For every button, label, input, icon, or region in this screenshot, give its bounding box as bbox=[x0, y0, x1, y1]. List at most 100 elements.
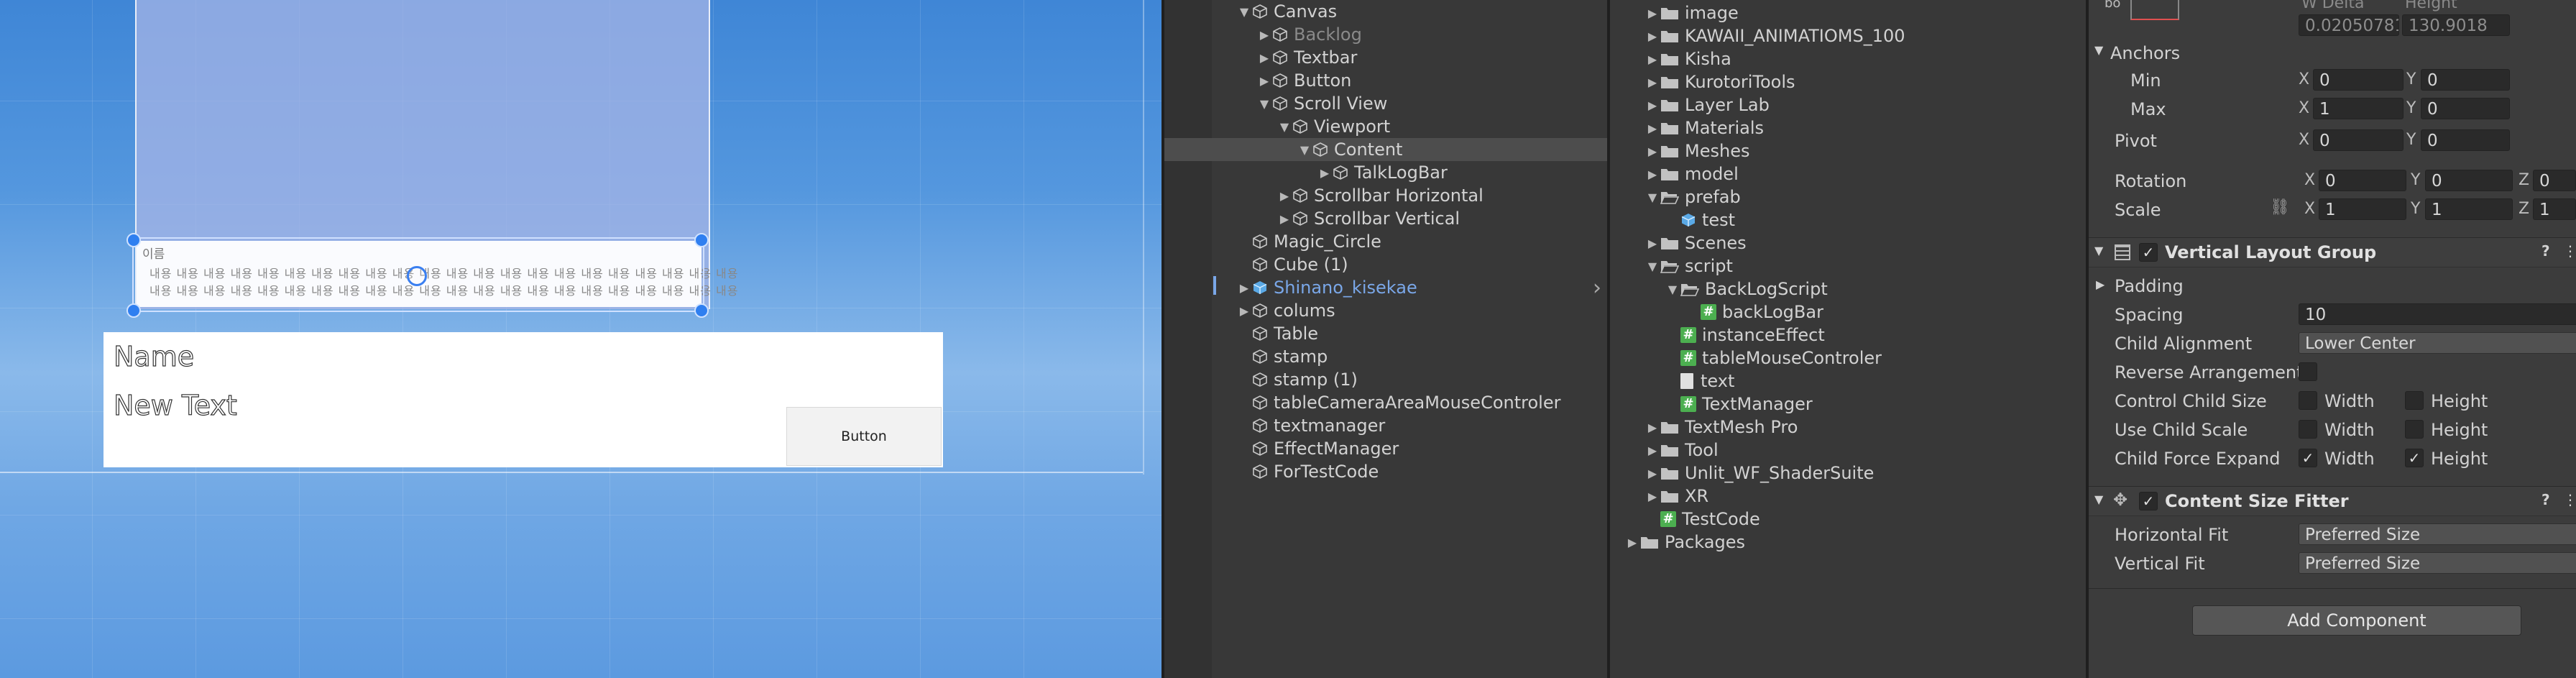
hierarchy-item[interactable]: EffectManager bbox=[1164, 437, 1610, 460]
menu-icon[interactable]: ⋮ bbox=[2563, 491, 2576, 508]
inspector-panel[interactable]: bo W Delta Height 0.02050781 130.9018 ▼ … bbox=[2086, 0, 2576, 678]
rotation-z-field[interactable]: 0 bbox=[2533, 170, 2576, 191]
chevron-down-icon[interactable]: ▼ bbox=[1644, 191, 1660, 204]
chevron-right-icon[interactable]: ▶ bbox=[1644, 52, 1660, 66]
project-item[interactable]: ▶ Scenes bbox=[1610, 232, 2089, 255]
anchors-label[interactable]: Anchors bbox=[2110, 43, 2180, 63]
project-item[interactable]: ▼ BackLogScript bbox=[1610, 278, 2089, 301]
chevron-right-icon[interactable]: ▶ bbox=[1644, 29, 1660, 43]
chevron-right-icon[interactable]: ▶ bbox=[1256, 74, 1272, 88]
chevron-right-icon[interactable]: ▶ bbox=[1644, 99, 1660, 112]
chevron-right-icon[interactable]: ▶ bbox=[1644, 237, 1660, 250]
link-icon[interactable]: ⛓ bbox=[2270, 198, 2290, 216]
hierarchy-item[interactable]: ▶ TalkLogBar bbox=[1164, 161, 1610, 184]
project-item[interactable]: ▶ XR bbox=[1610, 485, 2089, 508]
project-item[interactable]: ▶ image bbox=[1610, 1, 2089, 24]
project-item[interactable]: test bbox=[1610, 209, 2089, 232]
project-item[interactable]: # TextManager bbox=[1610, 393, 2089, 416]
spacing-field[interactable]: 10 bbox=[2299, 303, 2576, 325]
chevron-down-icon[interactable]: ▼ bbox=[2094, 43, 2103, 57]
vertical-fit-dropdown[interactable]: Preferred Size bbox=[2299, 552, 2576, 574]
chevron-right-icon[interactable]: ▶ bbox=[1644, 421, 1660, 434]
chevron-right-icon[interactable]: ▶ bbox=[1644, 467, 1660, 480]
project-item[interactable]: text bbox=[1610, 370, 2089, 393]
control-height-checkbox[interactable] bbox=[2405, 391, 2424, 410]
hierarchy-item[interactable]: textmanager bbox=[1164, 414, 1610, 437]
project-item[interactable]: ▼ script bbox=[1610, 255, 2089, 278]
hierarchy-item[interactable]: stamp bbox=[1164, 345, 1610, 368]
hierarchy-item[interactable]: Magic_Circle bbox=[1164, 230, 1610, 253]
chevron-down-icon[interactable]: ▼ bbox=[1644, 260, 1660, 273]
project-item[interactable]: ▶ Unlit_WF_ShaderSuite bbox=[1610, 462, 2089, 485]
project-item[interactable]: ▶ Packages bbox=[1610, 531, 2089, 554]
hierarchy-item[interactable]: ▼ Canvas bbox=[1164, 0, 1610, 23]
max-y-field[interactable]: 0 bbox=[2421, 98, 2510, 119]
hierarchy-item[interactable]: ▶ Button bbox=[1164, 69, 1610, 92]
menu-icon[interactable]: ⋮ bbox=[2563, 242, 2576, 260]
hierarchy-item[interactable]: tableCameraAreaMouseControler bbox=[1164, 391, 1610, 414]
expand-height-checkbox[interactable]: ✓ bbox=[2405, 449, 2424, 467]
enable-checkbox[interactable]: ✓ bbox=[2139, 492, 2158, 510]
pivot-x-field[interactable]: 0 bbox=[2313, 129, 2404, 151]
chevron-right-icon[interactable]: ▶ bbox=[1276, 189, 1292, 203]
chevron-down-icon[interactable]: ▼ bbox=[1236, 5, 1252, 19]
scale-height-checkbox[interactable] bbox=[2405, 420, 2424, 439]
rotation-y-field[interactable]: 0 bbox=[2425, 170, 2513, 191]
max-x-field[interactable]: 1 bbox=[2313, 98, 2404, 119]
enable-checkbox[interactable]: ✓ bbox=[2139, 243, 2158, 262]
hierarchy-item[interactable]: ForTestCode bbox=[1164, 460, 1610, 483]
min-x-field[interactable]: 0 bbox=[2313, 69, 2404, 91]
project-item[interactable]: ▶ model bbox=[1610, 162, 2089, 185]
project-item[interactable]: # instanceEffect bbox=[1610, 324, 2089, 347]
expand-width-checkbox[interactable]: ✓ bbox=[2299, 449, 2317, 467]
chevron-right-icon[interactable]: ▶ bbox=[1256, 51, 1272, 65]
rect-handle[interactable] bbox=[694, 233, 709, 247]
project-item[interactable]: # tableMouseControler bbox=[1610, 347, 2089, 370]
min-y-field[interactable]: 0 bbox=[2421, 69, 2510, 91]
hierarchy-item[interactable]: stamp (1) bbox=[1164, 368, 1610, 391]
scene-button[interactable]: Button bbox=[786, 407, 942, 466]
scale-width-checkbox[interactable] bbox=[2299, 420, 2317, 439]
scale-z-field[interactable]: 1 bbox=[2533, 198, 2576, 220]
chevron-down-icon[interactable]: ▼ bbox=[1297, 143, 1312, 157]
height-field[interactable]: 130.9018 bbox=[2402, 14, 2510, 36]
pivot-y-field[interactable]: 0 bbox=[2421, 129, 2510, 151]
textbar-panel[interactable]: Name New Text Button bbox=[104, 332, 943, 467]
scale-x-field[interactable]: 1 bbox=[2319, 198, 2406, 220]
project-item[interactable]: ▶ KurotoriTools bbox=[1610, 70, 2089, 93]
pivot-handle[interactable] bbox=[407, 266, 427, 286]
project-item[interactable]: ▶ Tool bbox=[1610, 439, 2089, 462]
project-item[interactable]: ▶ TextMesh Pro bbox=[1610, 416, 2089, 439]
hierarchy-item[interactable]: Table bbox=[1164, 322, 1610, 345]
chevron-right-icon[interactable]: ▶ bbox=[1236, 281, 1252, 295]
scale-y-field[interactable]: 1 bbox=[2425, 198, 2513, 220]
anchor-preset-icon[interactable] bbox=[2130, 0, 2179, 20]
open-prefab-chevron-icon[interactable]: › bbox=[1593, 275, 1601, 301]
reverse-arrangement-checkbox[interactable] bbox=[2299, 362, 2317, 381]
hierarchy-item[interactable]: ▶ Scrollbar Vertical bbox=[1164, 207, 1610, 230]
help-icon[interactable]: ? bbox=[2542, 242, 2550, 260]
project-item[interactable]: # TestCode bbox=[1610, 508, 2089, 531]
control-width-checkbox[interactable] bbox=[2299, 391, 2317, 410]
hierarchy-panel[interactable]: ▼ Canvas ▶ Backlog ▶ Textbar ▶ Button ▼ Scroll Vi… bbox=[1162, 0, 1610, 678]
chevron-right-icon[interactable]: ▶ bbox=[1644, 122, 1660, 135]
scene-view[interactable]: 이름 내용 내용 내용 내용 내용 내용 내용 내용 내용 내용 내용 내용 내… bbox=[0, 0, 1162, 678]
chevron-right-icon[interactable]: ▶ bbox=[1276, 212, 1292, 226]
hierarchy-item[interactable]: ▶ Textbar bbox=[1164, 46, 1610, 69]
project-item[interactable]: ▶ Kisha bbox=[1610, 47, 2089, 70]
chevron-down-icon[interactable]: ▼ bbox=[1276, 120, 1292, 134]
vertical-layout-group-header[interactable]: ▼ ✓ Vertical Layout Group ? ⋮ bbox=[2089, 237, 2576, 267]
content-size-fitter-header[interactable]: ▼ ✥ ✓ Content Size Fitter ? ⋮ bbox=[2089, 486, 2576, 516]
project-panel[interactable]: ▶ image ▶ KAWAII_ANIMATIOMS_100 ▶ Kisha ▶ Kurot… bbox=[1607, 0, 2089, 678]
hierarchy-item[interactable]: ▶ colums bbox=[1164, 299, 1610, 322]
chevron-right-icon[interactable]: ▶ bbox=[1236, 304, 1252, 318]
project-item[interactable]: # backLogBar bbox=[1610, 301, 2089, 324]
chevron-right-icon[interactable]: ▶ bbox=[1644, 168, 1660, 181]
hierarchy-item[interactable]: ▼ Content bbox=[1164, 138, 1610, 161]
rect-handle[interactable] bbox=[126, 233, 141, 247]
chevron-right-icon[interactable]: ▶ bbox=[1624, 536, 1640, 549]
chevron-down-icon[interactable]: ▼ bbox=[2094, 493, 2103, 506]
child-alignment-dropdown[interactable]: Lower Center bbox=[2299, 332, 2576, 354]
chevron-right-icon[interactable]: ▶ bbox=[1644, 75, 1660, 89]
chevron-down-icon[interactable]: ▼ bbox=[2094, 244, 2103, 257]
